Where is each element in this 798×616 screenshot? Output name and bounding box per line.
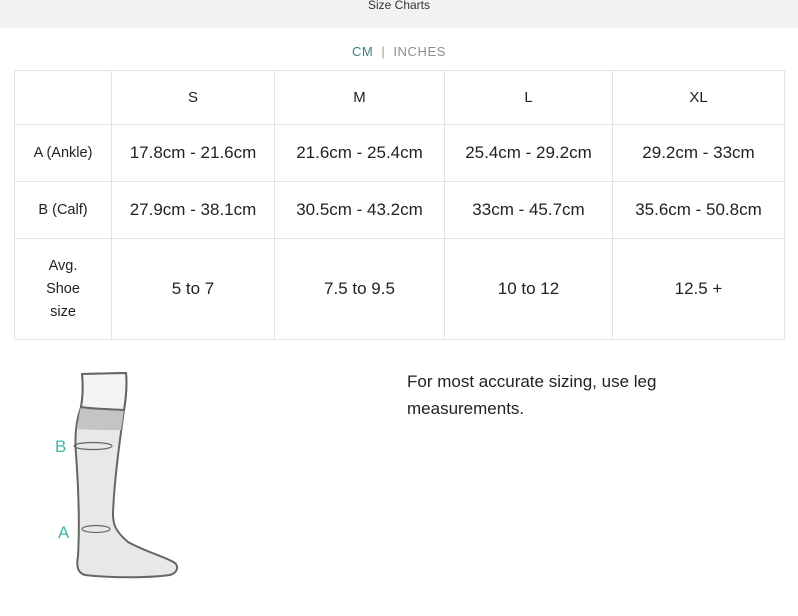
column-header-l: L [444,70,613,125]
ankle-label: A [58,523,70,542]
row-label-ankle: A (Ankle) [14,124,112,182]
calf-label: B [55,437,66,456]
row-label-shoe-size: Avg. Shoe size [14,238,112,340]
table-cell: 33cm - 45.7cm [444,181,613,239]
table-row-ankle: A (Ankle) 17.8cm - 21.6cm 21.6cm - 25.4c… [14,124,785,182]
column-header-m: M [274,70,445,125]
column-header-s: S [111,70,275,125]
unit-toggle: CM | INCHES [0,44,798,59]
unit-inches-toggle[interactable]: INCHES [393,44,446,59]
table-cell: 27.9cm - 38.1cm [111,181,275,239]
table-cell: 10 to 12 [444,238,613,340]
table-row-shoe-size: Avg. Shoe size 5 to 7 7.5 to 9.5 10 to 1… [14,238,785,340]
table-corner-cell [14,70,112,125]
column-header-xl: XL [612,70,785,125]
table-cell: 21.6cm - 25.4cm [274,124,445,182]
table-row-calf: B (Calf) 27.9cm - 38.1cm 30.5cm - 43.2cm… [14,181,785,239]
top-bar: Size Charts [0,0,798,28]
table-cell: 17.8cm - 21.6cm [111,124,275,182]
row-label-line: Avg. [48,257,78,274]
table-cell: 29.2cm - 33cm [612,124,785,182]
row-label-calf: B (Calf) [14,181,112,239]
table-header-row: S M L XL [14,70,785,125]
sock-icon: B A [55,372,179,579]
table-cell: 12.5 + [612,238,785,340]
page-title: Size Charts [367,0,431,12]
row-label-line: size [50,303,76,320]
table-cell: 35.6cm - 50.8cm [612,181,785,239]
table-cell: 30.5cm - 43.2cm [274,181,445,239]
sock-measurement-diagram: B A [48,364,208,586]
table-cell: 7.5 to 9.5 [274,238,445,340]
table-cell: 25.4cm - 29.2cm [444,124,613,182]
size-chart-table: S M L XL A (Ankle) 17.8cm - 21.6cm 21.6c… [14,70,785,340]
row-label-line: Shoe [46,280,80,297]
unit-separator: | [381,44,386,59]
sizing-note: For most accurate sizing, use leg measur… [407,372,657,418]
table-cell: 5 to 7 [111,238,275,340]
unit-cm-toggle[interactable]: CM [352,44,373,59]
